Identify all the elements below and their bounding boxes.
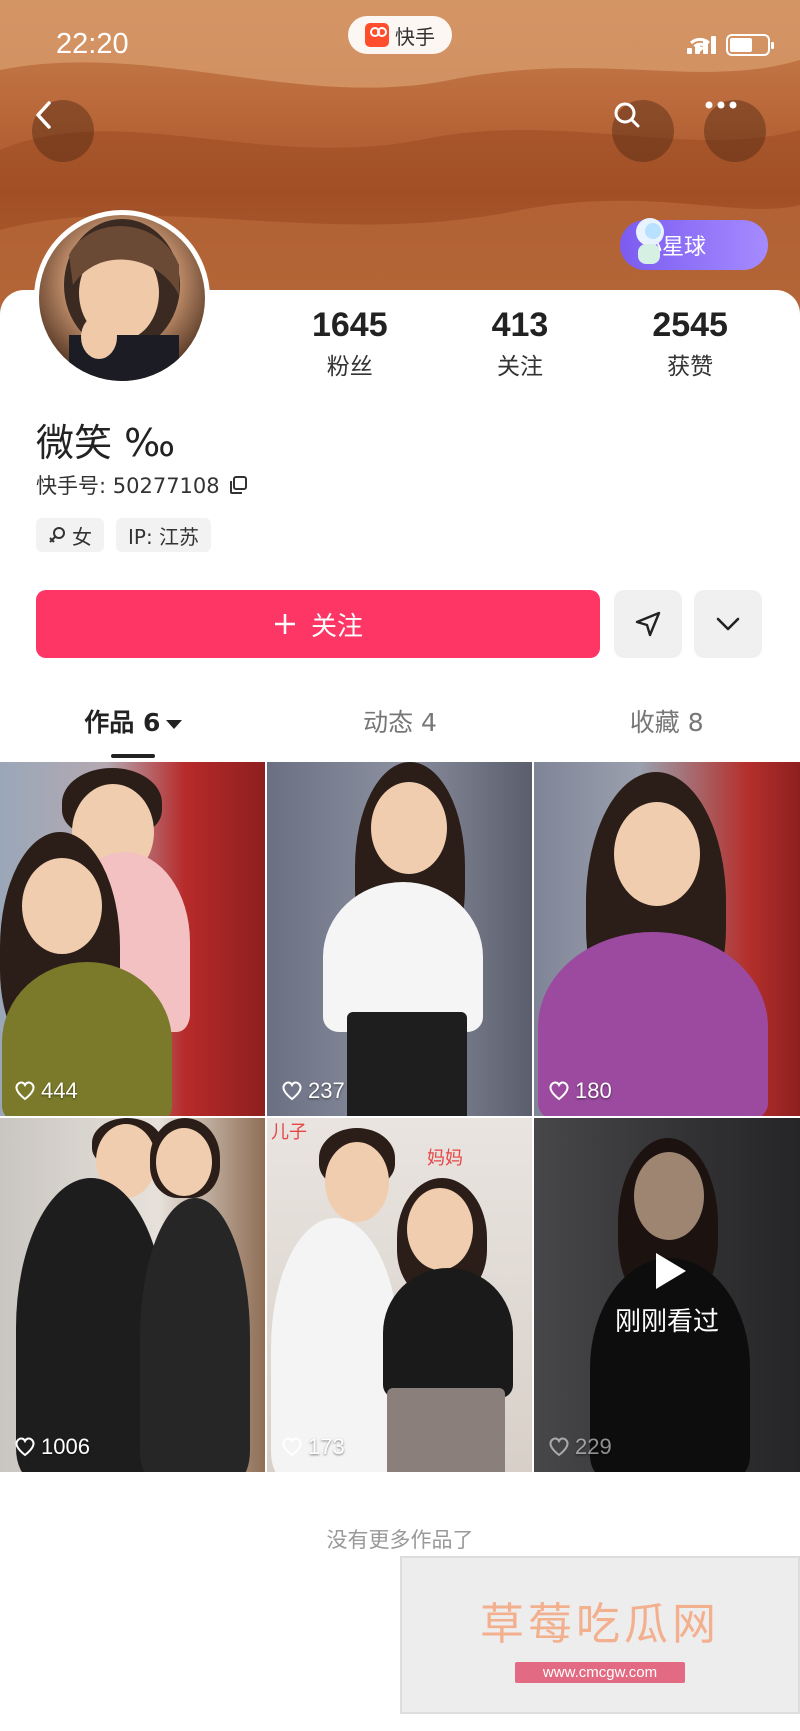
like-count-value: 229 [575, 1434, 612, 1459]
follow-label: 关注 [310, 611, 363, 642]
stat-fans[interactable]: 1645 粉丝 [312, 306, 388, 381]
like-count-value: 237 [308, 1078, 345, 1103]
tab-label: 动态 4 [363, 708, 437, 737]
video-thumbnail[interactable]: 237 [267, 762, 532, 1116]
like-count-value: 180 [575, 1078, 612, 1103]
app-name: 快手 [395, 24, 435, 49]
video-caption-right: 妈妈 [427, 1148, 463, 1169]
stat-likes[interactable]: 2545 获赞 [652, 306, 728, 381]
wifi-icon [689, 37, 711, 52]
video-caption-left: 儿子 [271, 1122, 307, 1143]
more-dots-icon [705, 101, 737, 109]
status-time: 22:20 [56, 28, 129, 60]
planet-badge[interactable]: 小星球 [620, 218, 768, 270]
stat-value: 413 [491, 306, 549, 344]
status-bar: 22:20 快手 [0, 0, 800, 90]
chevron-left-icon [36, 101, 51, 129]
ip-label: IP: 江苏 [128, 524, 200, 549]
search-button[interactable] [612, 100, 674, 162]
like-count-value: 1006 [41, 1434, 90, 1459]
profile-stats: 1645 粉丝 413 关注 2545 获赞 [260, 306, 780, 381]
kwai-id-row: 快手号: 50277108 [36, 470, 248, 500]
heart-icon [282, 1437, 302, 1457]
copy-icon[interactable] [228, 475, 248, 495]
video-thumbnail[interactable]: 444 [0, 762, 265, 1116]
watched-label: 刚刚看过 [614, 1306, 719, 1337]
search-icon [614, 102, 640, 128]
watermark-url: www.cmcgw.com [514, 1661, 686, 1683]
stat-label: 关注 [496, 354, 543, 380]
astronaut-icon [636, 218, 664, 264]
kuaishou-logo-icon [365, 23, 389, 47]
content-tabs: 作品 6 动态 4 收藏 8 [0, 700, 800, 760]
heart-icon [549, 1437, 569, 1457]
tab-favorites[interactable]: 收藏 8 [533, 700, 800, 760]
like-count: 237 [281, 1078, 345, 1104]
heart-icon [15, 1437, 35, 1457]
like-count-value: 444 [41, 1078, 78, 1103]
like-count: 229 [548, 1434, 612, 1460]
stat-label: 获赞 [667, 354, 714, 380]
tab-label: 作品 6 [84, 708, 161, 737]
video-thumbnail[interactable]: 180 [534, 762, 800, 1116]
like-count: 1006 [14, 1434, 90, 1460]
watched-overlay: 刚刚看过 [534, 1118, 800, 1472]
back-button[interactable] [32, 100, 94, 162]
plus-icon [274, 614, 295, 634]
no-more-works: 没有更多作品了 [326, 1528, 474, 1552]
like-count: 180 [548, 1078, 612, 1104]
stat-value: 1645 [311, 306, 388, 344]
stat-value: 2545 [652, 306, 728, 344]
video-thumbnail[interactable]: 1006 [0, 1118, 265, 1472]
more-actions-button[interactable] [694, 590, 762, 658]
video-thumbnail[interactable]: 儿子 妈妈 173 [267, 1118, 532, 1472]
heart-icon [549, 1081, 569, 1101]
kwai-id: 快手号: 50277108 [36, 474, 220, 498]
gender-label: 女 [72, 524, 92, 549]
tab-label: 收藏 8 [629, 708, 704, 737]
app-indicator: 快手 [348, 16, 452, 54]
chevron-down-icon [716, 617, 740, 631]
nickname: 微笑 ‰ [36, 421, 176, 465]
like-count: 173 [281, 1434, 345, 1460]
caret-down-icon [166, 719, 183, 729]
site-watermark: 草莓吃瓜网 www.cmcgw.com [400, 1556, 800, 1714]
battery-icon [726, 34, 774, 56]
more-button[interactable] [704, 100, 766, 162]
tab-moments[interactable]: 动态 4 [267, 700, 534, 760]
video-grid: 444 237 180 1006 儿子 妈妈 173 刚刚看过 229 [0, 762, 800, 1472]
message-button[interactable] [614, 590, 682, 658]
profile-tags: 女 IP: 江苏 [36, 518, 212, 552]
avatar[interactable] [34, 210, 210, 386]
heart-icon [15, 1081, 35, 1101]
send-icon [635, 611, 661, 637]
system-icons [687, 34, 774, 56]
female-icon [49, 527, 65, 543]
like-count-value: 173 [308, 1434, 345, 1459]
play-icon [656, 1252, 686, 1289]
gender-tag: 女 [36, 518, 104, 552]
video-thumbnail-watched[interactable]: 刚刚看过 229 [534, 1118, 800, 1472]
heart-icon [282, 1081, 302, 1101]
avatar-portrait [64, 219, 180, 381]
tab-works[interactable]: 作品 6 [0, 700, 267, 760]
ip-tag: IP: 江苏 [116, 518, 212, 552]
stat-following[interactable]: 413 关注 [492, 306, 549, 381]
like-count: 444 [14, 1078, 78, 1104]
follow-button[interactable]: 关注 [36, 590, 600, 658]
watermark-title: 草莓吃瓜网 [480, 1598, 720, 1650]
stat-label: 粉丝 [326, 354, 373, 380]
